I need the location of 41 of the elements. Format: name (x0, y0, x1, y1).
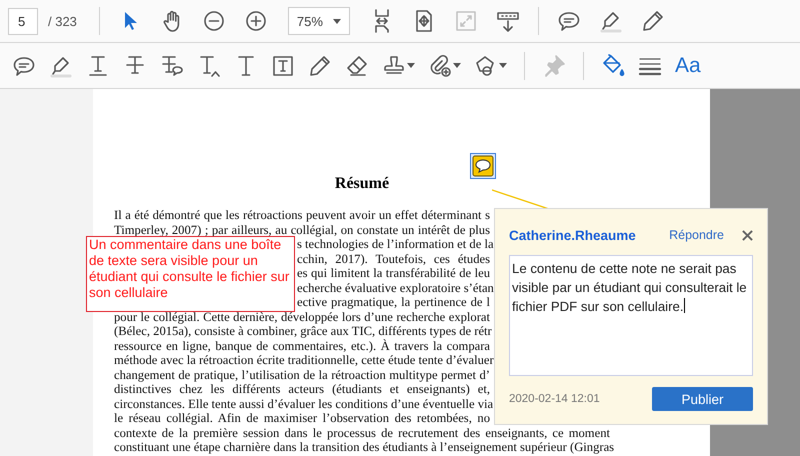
text-line: cchin, 2017). Toutefois, ces études (297, 252, 490, 266)
text-line: Il a été démontré que les rétroactions peuvent avoir un effet déterminant s (114, 208, 490, 222)
comment-date: 2020-02-14 12:01 (509, 393, 600, 405)
publish-button[interactable]: Publier (652, 387, 753, 411)
replace-text-icon[interactable] (160, 54, 184, 78)
caret-icon[interactable] (407, 63, 415, 68)
close-icon[interactable] (742, 230, 753, 240)
note-text-field[interactable]: Le contenu de cette note ne serait pas visible par un étudiant qui consulterait le fichier PDF sur son cellulaire. (509, 255, 753, 376)
text-line: distinctives chez les différents acteurs (étudiants et enseignants) et, (114, 382, 490, 396)
note-icon[interactable] (470, 153, 496, 179)
zoom-dropdown[interactable]: 75% (288, 7, 350, 35)
text-line: le réseau collégial. Afin de maximiser l’observation des retombées, no (114, 411, 490, 426)
speech-bubble-icon[interactable] (556, 9, 581, 33)
text-line: ressource en ligne, banque de commentaires, etc.). À travers la compara (114, 338, 490, 353)
pencil-icon[interactable] (308, 54, 332, 78)
page-number-field[interactable]: 5 (8, 8, 38, 34)
reply-link[interactable]: Répondre (669, 228, 724, 242)
text-line: ective pragmatique, la pertinence de l (297, 295, 490, 310)
scroll-down-icon[interactable] (496, 9, 520, 33)
caret-icon (332, 18, 341, 24)
comment-author: Catherine.Rheaume (509, 228, 637, 242)
paperclip-icon[interactable] (428, 54, 452, 78)
text-line: es qui limitent la transférabilité de leu (297, 266, 490, 280)
eraser-icon[interactable] (345, 54, 369, 78)
font-button[interactable]: Aa (675, 54, 701, 78)
text-line: (Bélec, 2015a), consiste à combiner, grâce aux TIC, différents types de rétr (114, 324, 490, 338)
page-count: / 323 (48, 14, 77, 28)
zoom-out-icon[interactable] (202, 9, 226, 33)
highlighter-icon[interactable] (598, 9, 623, 33)
text-line: pour le collégial. Cette dernière, développée lors d’une recherche explorat (114, 310, 490, 324)
document-title: Résumé (334, 175, 390, 194)
caret-icon[interactable] (453, 63, 461, 68)
text-line: changement de pratique, l’utilisation de la rétroaction multitype permet d’ (114, 368, 490, 382)
zoom-in-icon[interactable] (244, 9, 268, 33)
paint-bucket-icon[interactable] (601, 54, 625, 78)
caret-icon[interactable] (499, 63, 507, 68)
pencil-icon[interactable] (640, 9, 665, 33)
text-box-comment[interactable]: Un commentaire dans une boîte de texte sera visible pour un étudiant qui consulte le fichier sur son cellulaire (86, 236, 295, 312)
text-line: contexte de la première session dans le processus de recrutement des enseignants, ce moment (114, 426, 610, 440)
text-box-icon[interactable] (271, 54, 295, 78)
text-line: Timperley, 2007) ; par ailleurs, au collégial, on constate un intérêt de plus (114, 222, 490, 237)
